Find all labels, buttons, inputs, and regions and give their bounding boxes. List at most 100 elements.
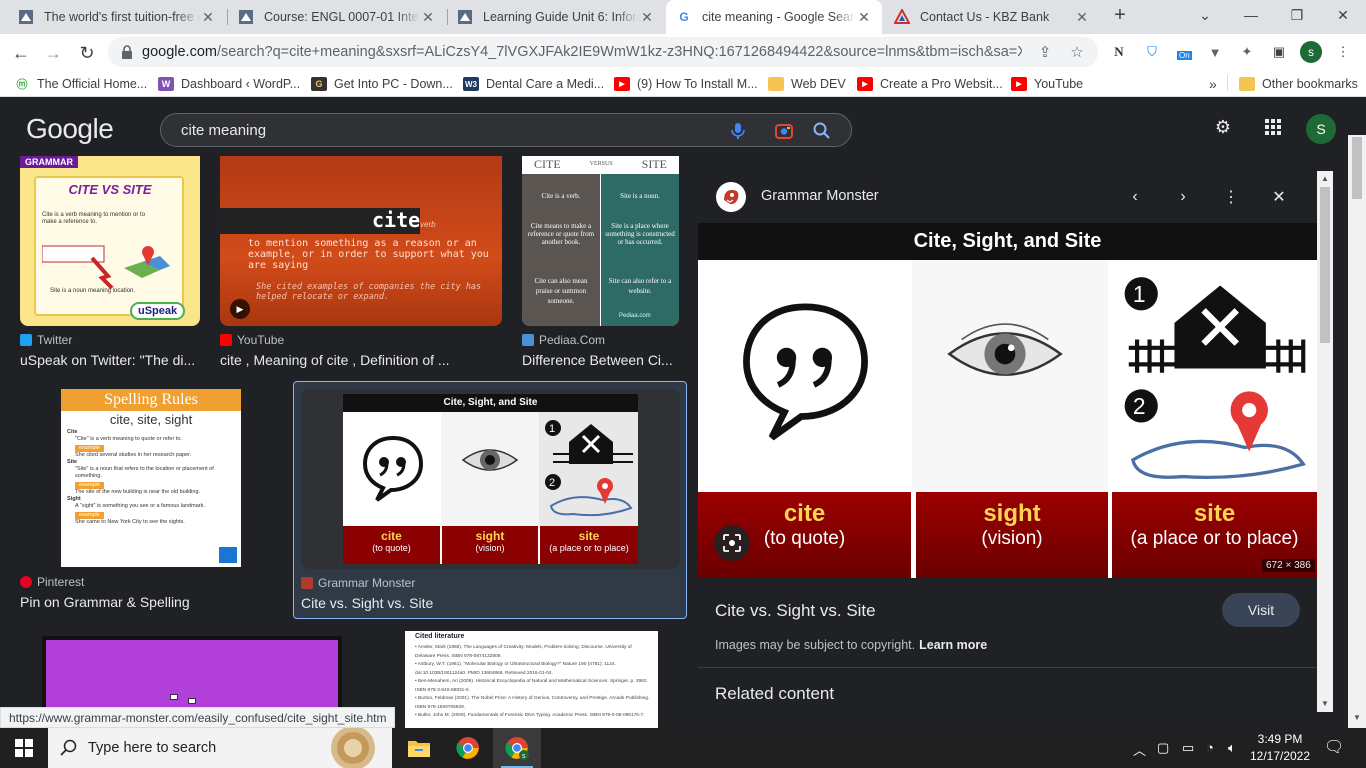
bookmark-item[interactable]: ▶ YouTube <box>1011 75 1083 93</box>
preview-image[interactable]: Cite, Sight, and Site 12 cite (to quote)… <box>698 223 1317 578</box>
close-tab-icon[interactable]: ✕ <box>200 9 216 26</box>
tab-uopeople-3[interactable]: Learning Guide Unit 6: Inform ✕ <box>447 0 665 34</box>
apps-grid-icon[interactable] <box>1262 116 1284 138</box>
wifi-icon[interactable]: ◔ <box>1206 740 1214 755</box>
preview-title[interactable]: Cite vs. Sight vs. Site <box>715 601 876 621</box>
google-logo[interactable]: Google <box>26 113 114 145</box>
meet-now-icon[interactable]: ▢ <box>1157 740 1169 756</box>
tab-uopeople-2[interactable]: Course: ENGL 0007-01 Interm ✕ <box>228 0 446 34</box>
chrome-icon[interactable] <box>444 728 492 768</box>
next-icon[interactable]: › <box>1171 185 1195 209</box>
chrome-profile-icon[interactable]: s <box>493 728 541 768</box>
image-result[interactable]: GRAMMAR CITE VS SITE Cite is a verb mean… <box>20 156 200 376</box>
search-box[interactable]: cite meaning <box>160 113 852 147</box>
share-icon[interactable]: ⇪ <box>1036 43 1054 61</box>
result-thumbnail[interactable]: GRAMMAR CITE VS SITE Cite is a verb mean… <box>20 156 200 326</box>
close-tab-icon[interactable]: ✕ <box>856 9 872 26</box>
menu-kebab-icon[interactable]: ⋮ <box>1334 43 1352 61</box>
reload-icon[interactable]: ↻ <box>74 40 100 66</box>
bookmark-item[interactable]: ▶ Create a Pro Websit... <box>857 75 1003 93</box>
microphone-icon[interactable] <box>727 120 749 142</box>
tab-uopeople-1[interactable]: The world's first tuition-free o ✕ <box>8 0 226 34</box>
image-result[interactable]: cite verb to mention something as a reas… <box>220 156 502 376</box>
other-bookmarks[interactable]: Other bookmarks <box>1239 75 1358 93</box>
learn-more-link[interactable]: Learn more <box>919 638 987 652</box>
bookmark-item[interactable]: G Get Into PC - Down... <box>311 75 453 93</box>
google-account-avatar[interactable]: S <box>1306 114 1336 144</box>
image-result[interactable]: CITE VERSUS SITE Cite is a verb. Site is… <box>522 156 679 376</box>
taskbar-search[interactable]: Type here to search <box>48 728 392 768</box>
file-explorer-icon[interactable] <box>395 728 443 768</box>
play-icon[interactable]: ▶ <box>230 299 250 319</box>
address-bar[interactable]: google.com/search?q=cite+meaning&sxsrf=A… <box>108 37 1098 67</box>
extensions-puzzle-icon[interactable]: ✦ <box>1238 43 1256 61</box>
windows-start-icon[interactable] <box>0 728 48 768</box>
shield-extension-icon[interactable]: ⛉ <box>1143 43 1161 61</box>
restore-button[interactable]: ❐ <box>1274 0 1320 30</box>
result-caption[interactable]: cite , Meaning of cite , Definition of .… <box>220 352 460 368</box>
panel-scrollbar[interactable]: ▲ ▼ <box>1317 171 1333 712</box>
page-scrollbar[interactable]: ▼ <box>1348 135 1366 728</box>
battery-icon[interactable]: ▭ <box>1182 740 1194 756</box>
preview-site-name[interactable]: Grammar Monster <box>761 188 879 204</box>
bookmark-item[interactable]: ⓜ The Official Home... <box>14 75 148 93</box>
vpn-extension-icon[interactable]: ▼ <box>1206 43 1224 61</box>
close-window-button[interactable]: ✕ <box>1320 0 1366 30</box>
result-thumbnail[interactable]: cite verb to mention something as a reas… <box>220 156 502 326</box>
result-caption[interactable]: uSpeak on Twitter: "The di... <box>20 352 200 368</box>
back-icon[interactable]: ← <box>8 40 34 66</box>
bookmarks-overflow[interactable]: » <box>1209 75 1217 93</box>
result-source[interactable]: Pinterest <box>20 575 84 589</box>
close-tab-icon[interactable]: ✕ <box>420 9 436 26</box>
visit-button[interactable]: Visit <box>1222 593 1300 627</box>
result-source[interactable]: Pediaa.Com <box>522 333 605 347</box>
close-tab-icon[interactable]: ✕ <box>639 9 655 26</box>
tab-kbz-bank[interactable]: Contact Us - KBZ Bank ✕ <box>884 0 1100 34</box>
forward-icon[interactable]: → <box>40 40 66 66</box>
search-input[interactable]: cite meaning <box>181 122 266 139</box>
extension-on-icon[interactable]: On● <box>1174 43 1192 61</box>
settings-gear-icon[interactable]: ⚙ <box>1212 116 1234 138</box>
result-thumbnail[interactable]: Cited literature • Amsler, Mark (1986). … <box>405 631 658 728</box>
image-result-selected[interactable]: Cite, Sight, and Site 12 cite (to quote) … <box>293 381 687 619</box>
result-source[interactable]: Twitter <box>20 333 72 347</box>
side-panel-icon[interactable]: ▣ <box>1270 43 1288 61</box>
image-result[interactable]: Cited literature • Amsler, Mark (1986). … <box>405 631 658 728</box>
result-thumbnail[interactable]: Cite, Sight, and Site 12 cite (to quote) … <box>301 389 680 569</box>
lens-camera-icon[interactable] <box>773 120 795 142</box>
result-source[interactable]: YouTube <box>220 333 284 347</box>
profile-avatar[interactable]: s <box>1300 41 1322 63</box>
minimize-button[interactable]: — <box>1228 0 1274 30</box>
bookmark-item[interactable]: W3 Dental Care a Medi... <box>463 75 604 93</box>
tray-overflow-icon[interactable]: ︿ <box>1133 740 1146 759</box>
result-thumbnail[interactable]: Spelling Rules cite, site, sight Cite "C… <box>61 389 241 567</box>
search-icon[interactable] <box>811 120 833 142</box>
result-caption[interactable]: Cite vs. Sight vs. Site <box>301 595 671 611</box>
result-source[interactable]: Grammar Monster <box>301 576 415 590</box>
close-tab-icon[interactable]: ✕ <box>1074 9 1090 26</box>
previous-icon[interactable]: ‹ <box>1123 185 1147 209</box>
result-caption[interactable]: Difference Between Ci... <box>522 352 679 368</box>
notifications-icon[interactable]: 🗨︎ <box>1324 737 1344 757</box>
more-options-icon[interactable]: ⋮ <box>1219 185 1243 209</box>
bookmark-star-icon[interactable]: ☆ <box>1068 43 1086 61</box>
tab-google-search[interactable]: G cite meaning - Google Search ✕ <box>666 0 882 34</box>
search-highlight-icon[interactable] <box>320 728 386 768</box>
image-result[interactable]: Spelling Rules cite, site, sight Cite "C… <box>20 389 280 619</box>
page-scrollbar-thumb[interactable] <box>1352 137 1362 199</box>
new-tab-button[interactable]: + <box>1108 4 1132 30</box>
bookmark-item[interactable]: ▶ (9) How To Install M... <box>614 75 758 93</box>
tab-search-icon[interactable]: ⌄ <box>1182 0 1228 30</box>
lens-search-icon[interactable] <box>714 525 750 561</box>
result-caption[interactable]: Pin on Grammar & Spelling <box>20 594 260 610</box>
extension-n-icon[interactable]: N <box>1110 43 1128 61</box>
result-thumbnail[interactable]: CITE VERSUS SITE Cite is a verb. Site is… <box>522 156 679 326</box>
taskbar-clock[interactable]: 3:49 PM 12/17/2022 <box>1246 731 1314 765</box>
bookmark-item[interactable]: W Dashboard ‹ WordP... <box>158 75 300 93</box>
grammar-monster-logo-icon[interactable] <box>716 182 746 212</box>
bookmark-folder[interactable]: Web DEV <box>768 75 846 93</box>
close-preview-icon[interactable]: ✕ <box>1267 185 1291 209</box>
panel-scrollbar-thumb[interactable] <box>1320 187 1330 343</box>
volume-icon[interactable]: 🔈︎ <box>1228 740 1236 756</box>
svg-text:1: 1 <box>1133 281 1146 307</box>
